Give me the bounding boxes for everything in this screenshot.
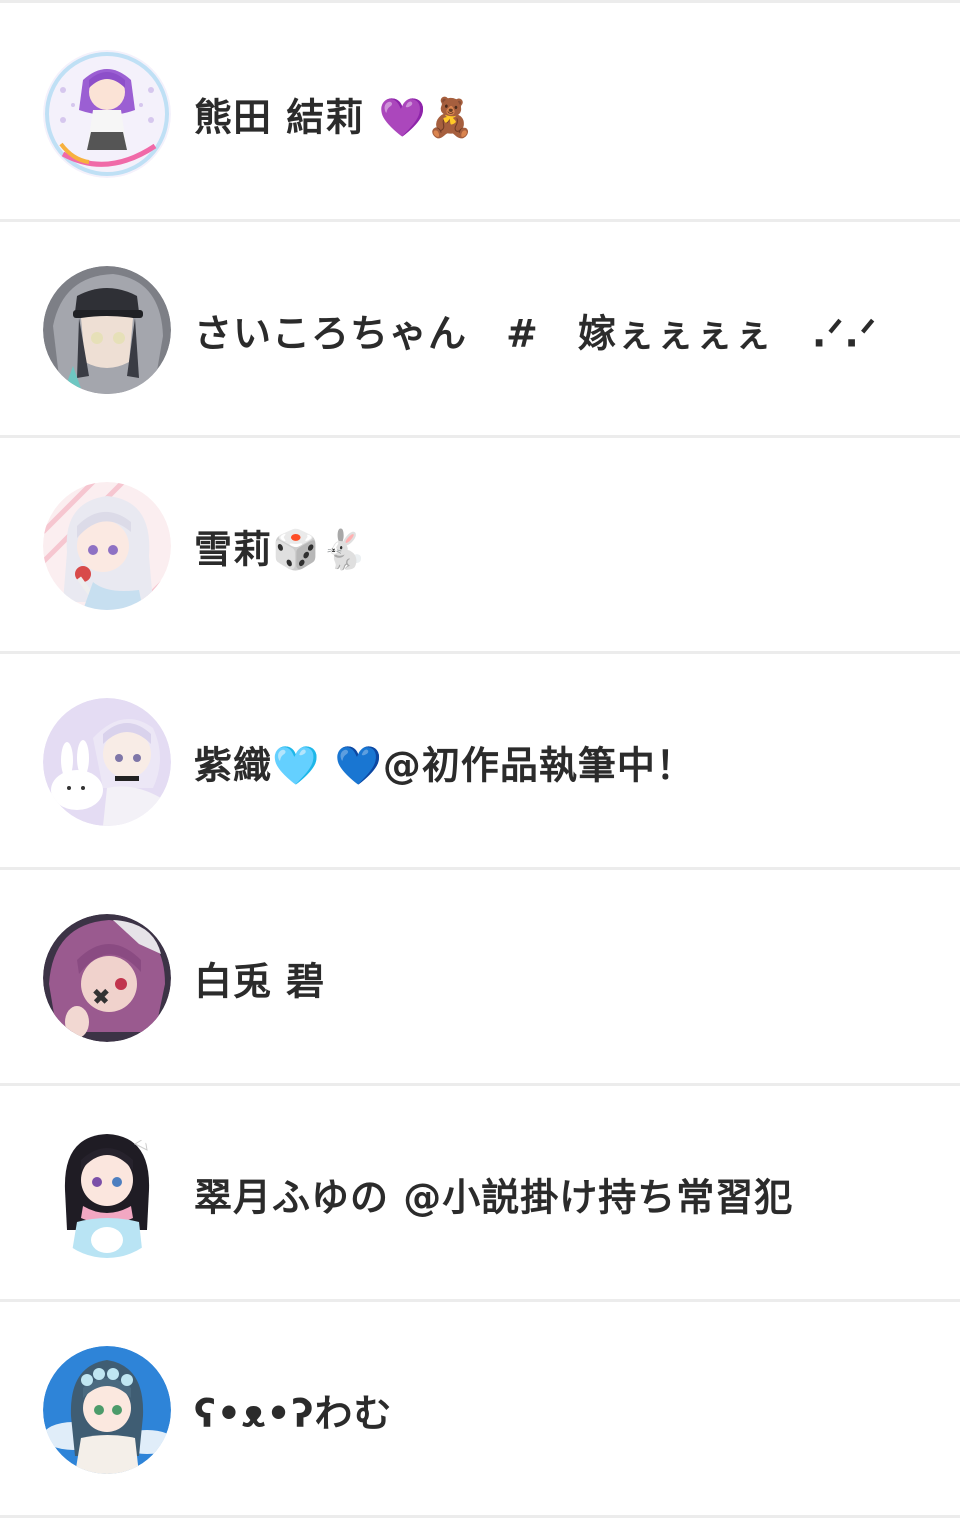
user-avatar[interactable] xyxy=(43,698,171,826)
user-name[interactable]: 紫織🩵 💙@初作品執筆中！ xyxy=(194,735,695,790)
user-row[interactable]: 雪莉🎲🐇 xyxy=(0,438,960,654)
user-name[interactable]: 翠月ふゆの @小説掛け持ち常習犯 xyxy=(194,1167,793,1222)
user-row[interactable]: 紫織🩵 💙@初作品執筆中！ xyxy=(0,654,960,870)
user-avatar[interactable] xyxy=(43,482,171,610)
user-avatar[interactable] xyxy=(43,914,171,1042)
anime-boy-purple-hair-icon xyxy=(43,914,171,1042)
user-name[interactable]: さいころちゃん # 嫁ぇぇぇぇ .ᐟ.ᐟ xyxy=(194,303,877,358)
user-name[interactable]: 熊田 結莉 💜🧸 xyxy=(194,87,475,142)
anime-girl-lavender-hair-bunny-icon xyxy=(43,698,171,826)
user-row[interactable]: 白兎 碧 xyxy=(0,870,960,1086)
user-avatar[interactable] xyxy=(43,266,171,394)
anime-boy-grey-hood-cap-icon xyxy=(43,266,171,394)
user-avatar[interactable] xyxy=(43,1346,171,1474)
user-row[interactable]: ʕ•ᴥ•ʔわむ xyxy=(0,1302,960,1518)
anime-girl-flower-crown-sky-icon xyxy=(43,1346,171,1474)
anime-girl-black-hair-scarf-icon xyxy=(43,1130,171,1258)
user-list: 熊田 結莉 💜🧸 さいころちゃん # 嫁ぇぇぇぇ .ᐟ.ᐟ 雪莉🎲🐇 紫織🩵 💙… xyxy=(0,0,960,1524)
anime-girl-white-hair-icon xyxy=(43,482,171,610)
user-name[interactable]: ʕ•ᴥ•ʔわむ xyxy=(194,1383,393,1438)
user-name[interactable]: 雪莉🎲🐇 xyxy=(194,519,369,574)
anime-girl-purple-twintails-badge-icon xyxy=(43,50,171,178)
user-avatar[interactable] xyxy=(43,1130,171,1258)
user-row[interactable]: さいころちゃん # 嫁ぇぇぇぇ .ᐟ.ᐟ xyxy=(0,222,960,438)
user-row[interactable]: 翠月ふゆの @小説掛け持ち常習犯 xyxy=(0,1086,960,1302)
user-name[interactable]: 白兎 碧 xyxy=(194,951,325,1006)
user-avatar[interactable] xyxy=(43,50,171,178)
user-row[interactable]: 熊田 結莉 💜🧸 xyxy=(0,6,960,222)
